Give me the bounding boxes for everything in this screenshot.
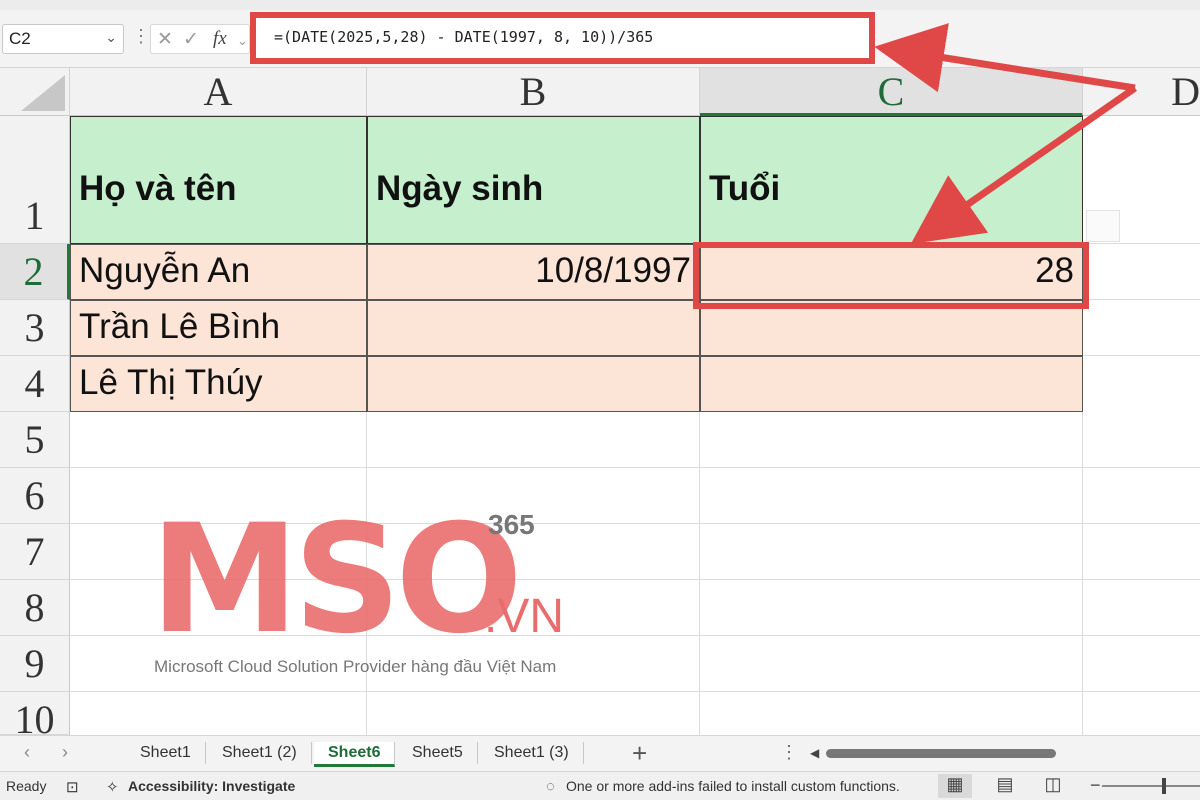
scroll-thumb[interactable] xyxy=(826,749,1056,758)
prev-sheet-icon[interactable]: ‹ xyxy=(24,742,30,763)
formula-buttons: ✕ ✓ fx ⌄ xyxy=(150,24,250,54)
cell-c4[interactable] xyxy=(700,356,1083,412)
logo-domain: .VN xyxy=(484,590,565,643)
scroll-left-icon[interactable]: ◀ xyxy=(810,746,819,760)
sheet-tab-sheet6[interactable]: Sheet6 xyxy=(314,742,396,767)
row-header-1[interactable]: 1 xyxy=(0,116,70,244)
column-header-c[interactable]: C xyxy=(700,68,1083,116)
logo-mso: MSO xyxy=(150,493,523,667)
sheet-tab-bar: ‹ › Sheet1 Sheet1 (2) Sheet6 Sheet5 Shee… xyxy=(0,735,1200,771)
insert-function-icon[interactable]: fx xyxy=(213,28,227,50)
addin-warning-icon: ◌ xyxy=(546,778,555,795)
status-ready: Ready xyxy=(6,778,47,794)
cell-b2[interactable]: 10/8/1997 xyxy=(367,244,700,300)
accessibility-status[interactable]: Accessibility: Investigate xyxy=(128,778,295,794)
cell-a1[interactable]: Họ và tên xyxy=(70,116,367,244)
sheet-tab-sheet1[interactable]: Sheet1 xyxy=(126,742,206,764)
row-header-8[interactable]: 8 xyxy=(0,580,70,636)
column-header-d[interactable]: D xyxy=(1083,68,1200,116)
chevron-down-icon[interactable]: ⌄ xyxy=(105,29,117,46)
row-header-4[interactable]: 4 xyxy=(0,356,70,412)
formula-bar: C2 ⌄ ⋮ ✕ ✓ fx ⌄ =(DATE(2025,5,28) - DATE… xyxy=(0,0,1200,68)
cell-b4[interactable] xyxy=(367,356,700,412)
autofill-handle-box xyxy=(1086,210,1120,242)
addin-message: One or more add-ins failed to install cu… xyxy=(566,778,900,794)
column-d-cells[interactable] xyxy=(1083,116,1200,412)
highlight-box-c2 xyxy=(693,242,1089,309)
ribbon-edge xyxy=(0,0,1200,10)
row-header-7[interactable]: 7 xyxy=(0,524,70,580)
horizontal-scrollbar[interactable]: ◀ xyxy=(810,746,1190,760)
cell-a2[interactable]: Nguyễn An xyxy=(70,244,367,300)
name-box[interactable]: C2 ⌄ xyxy=(2,24,124,54)
chevron-down-icon[interactable]: ⌄ xyxy=(237,33,248,49)
cell-b1[interactable]: Ngày sinh xyxy=(367,116,700,244)
add-sheet-icon[interactable]: + xyxy=(632,738,647,769)
accessibility-icon[interactable]: ✧ xyxy=(106,778,119,796)
sheet-tab-sheet1-3[interactable]: Sheet1 (3) xyxy=(480,742,584,764)
mso-watermark: MSO 365 .VN Microsoft Cloud Solution Pro… xyxy=(150,505,590,685)
confirm-icon[interactable]: ✓ xyxy=(183,28,199,51)
macro-record-icon[interactable]: ⊡ xyxy=(66,778,79,796)
select-all-corner[interactable] xyxy=(0,68,70,116)
name-box-value: C2 xyxy=(9,29,31,48)
more-options-icon[interactable]: ⋮ xyxy=(780,742,798,763)
logo-365: 365 xyxy=(488,509,535,540)
row-header-5[interactable]: 5 xyxy=(0,412,70,468)
cell-a4[interactable]: Lê Thị Thúy xyxy=(70,356,367,412)
row-header-3[interactable]: 3 xyxy=(0,300,70,356)
zoom-knob[interactable] xyxy=(1162,778,1166,794)
vertical-dots-icon[interactable]: ⋮ xyxy=(132,26,150,47)
status-bar: Ready ⊡ ✧ Accessibility: Investigate ◌ O… xyxy=(0,771,1200,800)
cell-c1[interactable]: Tuổi xyxy=(700,116,1083,244)
column-header-a[interactable]: A xyxy=(70,68,367,116)
row-header-9[interactable]: 9 xyxy=(0,636,70,692)
logo-tagline: Microsoft Cloud Solution Provider hàng đ… xyxy=(154,657,557,676)
sheet-tab-sheet1-2[interactable]: Sheet1 (2) xyxy=(208,742,312,764)
next-sheet-icon[interactable]: › xyxy=(62,742,68,763)
row-header-2[interactable]: 2 xyxy=(0,244,70,300)
row-header-6[interactable]: 6 xyxy=(0,468,70,524)
column-header-b[interactable]: B xyxy=(367,68,700,116)
cell-a3[interactable]: Trần Lê Bình xyxy=(70,300,367,356)
page-layout-view-icon[interactable]: ▤ xyxy=(988,774,1022,798)
cell-b3[interactable] xyxy=(367,300,700,356)
zoom-out-icon[interactable]: − xyxy=(1090,775,1101,796)
page-break-view-icon[interactable]: ◫ xyxy=(1036,774,1070,798)
normal-view-icon[interactable]: ▦ xyxy=(938,774,972,798)
cancel-icon[interactable]: ✕ xyxy=(157,28,173,51)
row-header-10[interactable]: 10 xyxy=(0,692,70,735)
formula-input[interactable]: =(DATE(2025,5,28) - DATE(1997, 8, 10))/3… xyxy=(250,12,875,64)
sheet-tab-sheet5[interactable]: Sheet5 xyxy=(398,742,478,764)
zoom-slider[interactable] xyxy=(1102,778,1200,794)
